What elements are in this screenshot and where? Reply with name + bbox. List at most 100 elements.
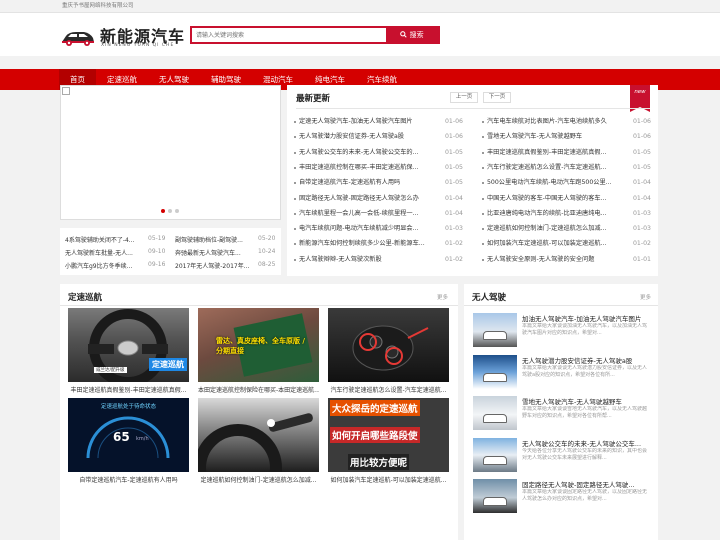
card-image: 定速巡航 威兰达/配升级 — [68, 308, 189, 382]
list-item-desc: 本篇文章给大家谈谈无人驾驶潜力股安信证券，以及无人驾驶a股对应的知识点，希望对各… — [522, 364, 648, 378]
car-icon — [483, 414, 507, 423]
list-item-title: 自带定速巡航汽车-定速巡航有人用吗 — [299, 179, 401, 187]
site-logo[interactable]: 新能源汽车 XIN NENG YUAN QI CHE — [60, 23, 184, 51]
list-item[interactable]: 奔驰最新无人驾驶汽车... — [175, 248, 255, 257]
list-item[interactable]: 中国无人驾驶的客车-中国无人驾驶的客车... 01-04 — [482, 192, 663, 206]
search-input[interactable] — [192, 28, 388, 42]
card-image — [328, 308, 449, 382]
card-title-line2: 如何开启哪些路段使 — [330, 427, 420, 443]
list-item-desc: 本篇文章给大家谈谈加油无人驾驶汽车，以及加油无人驾驶汽车图片对应的知识点，希望对… — [522, 323, 648, 336]
list-item[interactable]: 雪地无人驾驶汽车-无人驾驶越野车 本篇文章给大家谈谈雪地无人驾驶汽车，以及无人驾驶… — [473, 396, 649, 432]
bullet-icon — [294, 197, 296, 200]
next-page-button[interactable]: 下一页 — [483, 92, 511, 103]
list-item-date: 01-02 — [445, 240, 463, 248]
list-item[interactable]: 汽车续航里程一会儿高一会低-续航里程一... 01-04 — [294, 207, 475, 221]
list-item[interactable]: 比亚迪唐纯电动汽车的续航-比亚迪唐纯电... 01-03 — [482, 207, 663, 221]
list-item[interactable]: 固定路径无人驾驶-固定路径无人驾驶怎么办 01-04 — [294, 192, 475, 206]
list-item[interactable]: 无人驾驶安全原则-无人驾驶的安全问题 01-01 — [482, 253, 663, 267]
list-item-title: 无人驾驶公交车的未来-无人驾驶公交车的... — [299, 148, 419, 156]
list-item[interactable]: 4系驾驶辅助关闭不了-4... — [65, 235, 141, 244]
logo-pinyin: XIN NENG YUAN QI CHE — [101, 43, 175, 48]
list-item[interactable]: 丰田定速巡航控制在哪买-丰田定速巡航保... 01-05 — [294, 161, 475, 175]
list-item-date: 01-02 — [633, 240, 651, 248]
list-item-title: 比亚迪唐纯电动汽车的续航-比亚迪唐纯电... — [487, 209, 607, 217]
list-item[interactable]: 无人驾驶公交车的未来-无人驾驶公交车的... 01-05 — [294, 146, 475, 160]
card-image — [198, 398, 319, 472]
car-icon — [483, 497, 507, 506]
speed-unit: km/h — [136, 436, 149, 442]
bullet-icon — [294, 166, 296, 169]
list-item-title: 无人驾驶安全原则-无人驾驶的安全问题 — [487, 255, 595, 263]
list-item-date: 01-03 — [633, 225, 651, 233]
list-item[interactable]: 小鹏汽车g9比方冬季续... — [65, 261, 141, 270]
list-item[interactable]: 丰田定速巡航真假鉴别-丰田定速巡航真假... 01-05 — [482, 146, 663, 160]
list-item[interactable]: 定速无人驾驶汽车-加油无人驾驶汽车图片 01-06 — [294, 115, 475, 129]
slider-dot[interactable] — [161, 209, 165, 213]
list-item[interactable]: 新能源汽车如何控制续航多少公里-新能源车... 01-02 — [294, 237, 475, 251]
card-caption: 本田定速巡航控制保险在哪买-本田定速巡航... — [198, 387, 319, 394]
bullet-icon — [294, 151, 296, 154]
slider-dot[interactable] — [175, 209, 179, 213]
list-item[interactable]: 无人驾驶辫辫-无人驾驶次新股 01-02 — [294, 253, 475, 267]
list-item[interactable]: 加油无人驾驶汽车-加油无人驾驶汽车图片 本篇文章给大家谈谈加油无人驾驶汽车，以及加… — [473, 313, 649, 349]
divider — [60, 305, 458, 306]
list-item[interactable]: 雪地无人驾驶汽车-无人驾驶越野车 01-06 — [482, 130, 663, 144]
thumbnail-image — [473, 313, 517, 347]
list-item-date: 09-10 — [148, 248, 166, 255]
list-item-title: 中国无人驾驶的客车-中国无人驾驶的客车... — [487, 194, 607, 202]
small-news-list: 4系驾驶辅助关闭不了-4... 05-19 副驾驶辅助档位-副驾驶... 05-… — [60, 228, 281, 275]
slider-dot[interactable] — [168, 209, 172, 213]
list-item-title: 雪地无人驾驶汽车-无人驾驶越野车 — [487, 133, 583, 141]
list-item[interactable]: 500公里电动汽车续航-电动汽车跑500公里... 01-04 — [482, 176, 663, 190]
list-item-desc: 本篇文章给大家谈谈固定路径无人驾驶，以及固定路径无人驾驶怎么办对应的知识点，希望… — [522, 489, 648, 502]
list-item[interactable]: 2017年无人驾驶-2017年... — [175, 261, 255, 270]
card-caption: 汽车行驶定速巡航怎么设置-汽车定速巡航... — [330, 387, 447, 394]
list-item[interactable]: 电汽车续航问题-电动汽车续航减少明显会... 01-03 — [294, 222, 475, 236]
divider — [464, 305, 658, 306]
list-item[interactable]: 无人驾驶潜力股安信证券-无人驾驶a股 01-06 — [294, 130, 475, 144]
bullet-icon — [294, 136, 296, 139]
bullet-icon — [482, 197, 484, 200]
list-item[interactable]: 汽车电车续航对比表图片-汽车电池续航多久 01-06 — [482, 115, 663, 129]
list-item-title: 丰田定速巡航真假鉴别-丰田定速巡航真假... — [487, 148, 607, 156]
list-item-date: 01-05 — [445, 163, 463, 171]
list-item-title: 加油无人驾驶汽车-加油无人驾驶汽车图片 — [522, 315, 642, 323]
list-item[interactable]: 无人驾驶潜力股安信证券-无人驾驶a股 本篇文章给大家谈谈无人驾驶潜力股安信证券，以… — [473, 354, 649, 391]
list-item-date: 01-02 — [445, 255, 463, 263]
list-item-date: 01-04 — [633, 179, 651, 187]
car-logo-icon — [62, 32, 94, 46]
search-button-label: 搜索 — [409, 31, 424, 39]
list-item[interactable]: 无人驾驶公交车的未来-无人驾驶公交车... 今天给各位分享无人驾驶公交车的未来的知… — [473, 437, 649, 474]
card-caption: 定速巡航如何控制油门-定速巡航怎么加减... — [200, 477, 317, 484]
list-item[interactable]: 无人驾驶新车批量-无人... — [65, 248, 141, 257]
search-button[interactable]: 搜索 — [386, 28, 438, 42]
list-item-title: 定速巡航如何控制油门-定速巡航怎么加减... — [487, 225, 607, 233]
list-item-date: 01-06 — [445, 133, 463, 141]
list-item-title: 如何加装汽车定速巡航-可以加装定速巡航... — [487, 240, 607, 248]
list-item[interactable]: 固定路径无人驾驶-固定路径无人驾驶... 本篇文章给大家谈谈固定路径无人驾驶，以及… — [473, 479, 649, 515]
cruise-more-link[interactable]: 更多 — [437, 293, 448, 301]
list-item-title: 无人驾驶辫辫-无人驾驶次新股 — [299, 255, 382, 263]
card-caption: 自带定速巡航汽车-定速巡航有人用吗 — [79, 477, 178, 484]
card-overlay-text: 定速巡航处于待命状态 — [100, 404, 156, 410]
image-slider[interactable] — [60, 85, 281, 220]
list-item[interactable]: 汽车行驶定速巡航怎么设置-汽车定速巡航... 01-05 — [482, 161, 663, 175]
prev-page-button[interactable]: 上一页 — [450, 92, 478, 103]
list-item-date: 01-01 — [633, 255, 651, 263]
list-item-title: 丰田定速巡航控制在哪买-丰田定速巡航保... — [299, 163, 419, 171]
list-item-title: 500公里电动汽车续航-电动汽车跑500公里... — [487, 179, 612, 187]
bullet-icon — [482, 228, 484, 231]
list-item-date: 01-05 — [633, 148, 651, 156]
driverless-more-link[interactable]: 更多 — [640, 293, 651, 301]
list-item-title: 固定路径无人驾驶-固定路径无人驾驶... — [522, 481, 635, 489]
latest-title: 最新更新 — [296, 94, 331, 104]
list-item-date: 01-05 — [445, 148, 463, 156]
list-item-title: 新能源汽车如何控制续航多少公里-新能源车... — [299, 240, 425, 248]
cruise-buttons-image — [352, 325, 429, 371]
list-item[interactable]: 自带定速巡航汽车-定速巡航有人用吗 01-05 — [294, 176, 475, 190]
list-item[interactable]: 如何加装汽车定速巡航-可以加装定速巡航... 01-02 — [482, 237, 663, 251]
bullet-icon — [294, 182, 296, 185]
list-item[interactable]: 副驾驶辅助档位-副驾驶... — [175, 235, 255, 244]
list-item-title: 定速无人驾驶汽车-加油无人驾驶汽车图片 — [299, 118, 413, 125]
list-item[interactable]: 定速巡航如何控制油门-定速巡航怎么加减... 01-03 — [482, 222, 663, 236]
